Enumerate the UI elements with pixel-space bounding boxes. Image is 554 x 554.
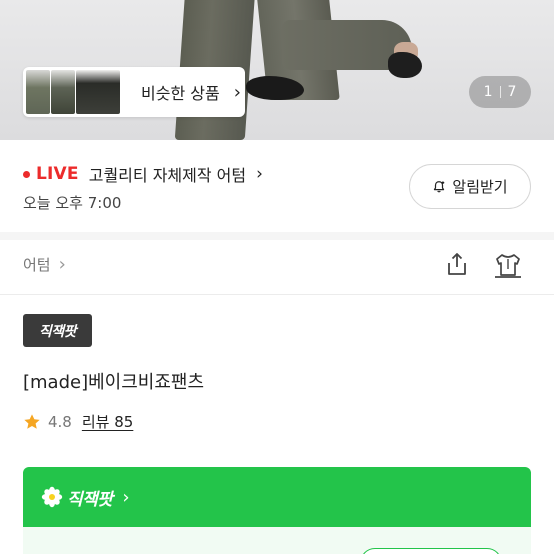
live-broadcast-section: LIVE 고퀄리티 자체제작 어텀 › 오늘 오후 7:00 알림받기 <box>0 140 554 232</box>
similar-thumbnail <box>51 70 75 114</box>
image-counter-current: 1 <box>483 84 493 100</box>
chevron-right-icon: › <box>58 254 66 275</box>
live-dot-icon <box>23 170 30 178</box>
rating-value: 4.8 <box>48 412 72 431</box>
live-title: 고퀄리티 자체제작 어텀 <box>88 166 247 185</box>
divider-line <box>0 294 554 295</box>
share-icon[interactable] <box>444 251 470 277</box>
chevron-right-icon: › <box>256 164 263 184</box>
store-link[interactable]: 어텀 › <box>23 254 66 275</box>
image-counter: 1 7 <box>469 76 531 108</box>
image-counter-total: 7 <box>507 84 517 100</box>
bell-plus-icon <box>434 180 445 192</box>
alert-subscribe-button[interactable]: 알림받기 <box>409 164 531 209</box>
similar-thumbnail <box>26 70 50 114</box>
promo-action-button[interactable] <box>360 548 502 554</box>
similar-thumbnails <box>26 70 121 114</box>
store-name: 어텀 <box>23 256 51 274</box>
flower-icon <box>41 486 63 508</box>
promo-banner-label: 직잭팟 <box>67 489 113 510</box>
chevron-right-icon: › <box>233 81 241 103</box>
review-count-link[interactable]: 리뷰 85 <box>82 411 133 432</box>
closet-icon[interactable] <box>493 251 523 279</box>
similar-thumbnail <box>76 70 120 114</box>
similar-products-button[interactable]: 비슷한 상품 › <box>23 67 245 117</box>
image-counter-divider <box>499 86 501 98</box>
product-photo-shoe-right <box>388 52 422 78</box>
live-title-row[interactable]: LIVE 고퀄리티 자체제작 어텀 › <box>23 162 263 186</box>
live-badge: LIVE <box>36 164 79 184</box>
rating-row: 4.8 리뷰 85 <box>23 411 133 432</box>
star-icon <box>24 413 40 429</box>
chevron-right-icon: › <box>122 486 130 508</box>
store-row: 어텀 › <box>0 238 554 293</box>
product-title: [made]베이크비죠팬츠 <box>23 372 205 393</box>
similar-products-label: 비슷한 상품 <box>141 84 220 103</box>
live-schedule-time: 오늘 오후 7:00 <box>23 194 122 212</box>
brand-badge[interactable]: 직잭팟 <box>23 314 92 347</box>
alert-subscribe-label: 알림받기 <box>452 178 508 196</box>
promo-banner[interactable]: 직잭팟 › <box>23 467 531 527</box>
product-image-carousel[interactable]: 비슷한 상품 › 1 7 <box>0 0 554 140</box>
